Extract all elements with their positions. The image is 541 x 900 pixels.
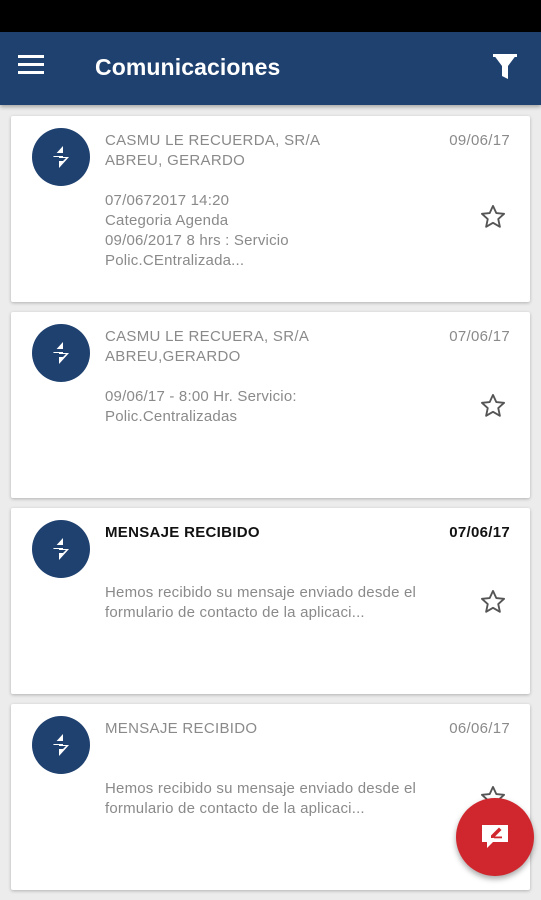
message-card[interactable]: MENSAJE RECIBIDO 07/06/17 Hemos recibido… xyxy=(11,508,530,694)
message-card[interactable]: CASMU LE RECUERDA, SR/A ABREU, GERARDO 0… xyxy=(11,116,530,302)
sender-line: ABREU, GERARDO xyxy=(105,152,246,169)
message-sender: CASMU LE RECUERDA, SR/A ABREU, GERARDO xyxy=(105,131,425,171)
body-line: Hemos recibido su mensaje enviado desde … xyxy=(105,780,417,797)
sender-line: CASMU LE RECUERA, SR/A xyxy=(105,328,310,345)
body-line: 09/06/17 - 8:00 Hr. Servicio: xyxy=(105,388,297,405)
star-outline-icon[interactable] xyxy=(479,392,507,420)
app-bar: Comunicaciones xyxy=(0,32,541,105)
message-sender: CASMU LE RECUERA, SR/A ABREU,GERARDO xyxy=(105,327,425,367)
message-date: 07/06/17 xyxy=(449,524,510,541)
star-outline-icon[interactable] xyxy=(479,588,507,616)
sender-avatar xyxy=(32,324,90,382)
message-body: Hemos recibido su mensaje enviado desde … xyxy=(105,583,465,623)
body-line: 07/0672017 14:20 xyxy=(105,192,230,209)
message-date: 07/06/17 xyxy=(449,328,510,345)
compose-message-icon xyxy=(482,825,508,848)
sender-avatar xyxy=(32,128,90,186)
sender-avatar xyxy=(32,520,90,578)
message-sender: MENSAJE RECIBIDO xyxy=(105,523,425,543)
body-line: Polic.CEntralizada... xyxy=(105,252,245,269)
sender-avatar xyxy=(32,716,90,774)
message-body: 09/06/17 - 8:00 Hr. Servicio: Polic.Cent… xyxy=(105,387,465,427)
message-body: Hemos recibido su mensaje enviado desde … xyxy=(105,779,465,819)
body-line: formulario de contacto de la aplicaci... xyxy=(105,604,365,621)
body-line: formulario de contacto de la aplicaci... xyxy=(105,800,365,817)
filter-icon[interactable] xyxy=(492,52,530,86)
message-sender: MENSAJE RECIBIDO xyxy=(105,719,425,739)
sender-line: ABREU,GERARDO xyxy=(105,348,241,365)
sender-line: MENSAJE RECIBIDO xyxy=(105,720,258,737)
star-outline-icon[interactable] xyxy=(479,203,507,231)
sender-line: MENSAJE RECIBIDO xyxy=(105,524,260,541)
body-line: 09/06/2017 8 hrs : Servicio xyxy=(105,232,289,249)
message-date: 09/06/17 xyxy=(449,132,510,149)
logo-icon xyxy=(53,146,69,168)
body-line: Categoria Agenda xyxy=(105,212,229,229)
page-title: Comunicaciones xyxy=(95,54,281,80)
body-line: Polic.Centralizadas xyxy=(105,408,238,425)
body-line: Hemos recibido su mensaje enviado desde … xyxy=(105,584,417,601)
logo-icon xyxy=(53,734,69,756)
message-card[interactable]: CASMU LE RECUERA, SR/A ABREU,GERARDO 07/… xyxy=(11,312,530,498)
sender-line: CASMU LE RECUERDA, SR/A xyxy=(105,132,321,149)
status-bar xyxy=(0,0,541,32)
menu-icon[interactable] xyxy=(18,53,58,85)
message-card[interactable]: MENSAJE RECIBIDO 06/06/17 Hemos recibido… xyxy=(11,704,530,890)
message-date: 06/06/17 xyxy=(449,720,510,737)
message-body: 07/0672017 14:20 Categoria Agenda 09/06/… xyxy=(105,191,465,271)
compose-message-button[interactable] xyxy=(456,798,534,876)
logo-icon xyxy=(53,538,69,560)
logo-icon xyxy=(53,342,69,364)
